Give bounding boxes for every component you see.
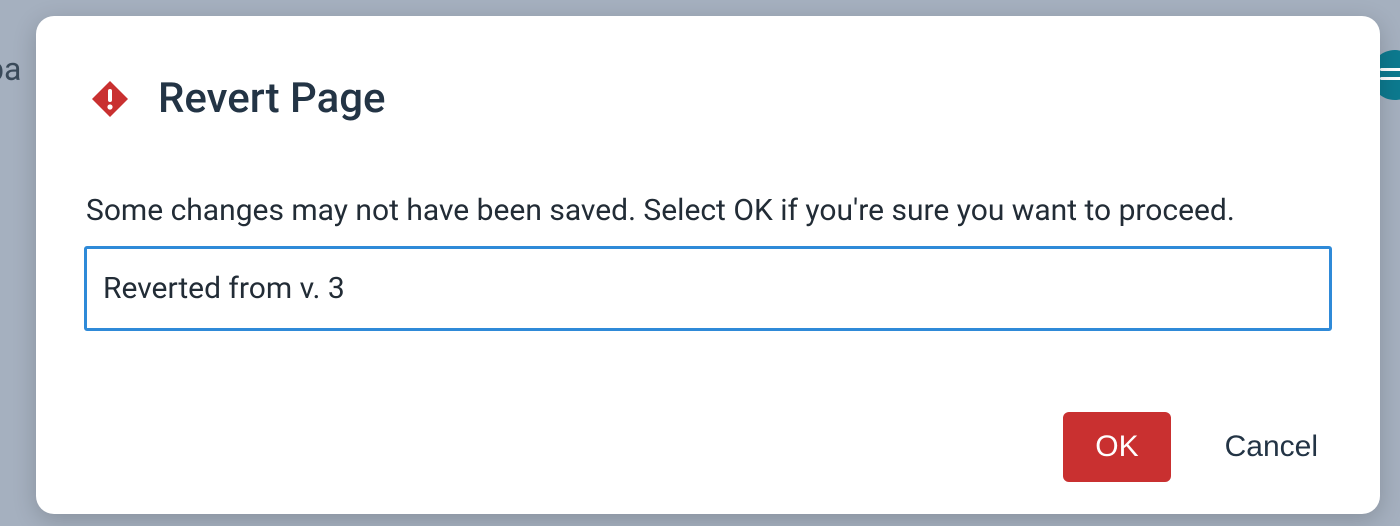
- dialog-actions: OK Cancel: [84, 412, 1332, 482]
- dialog-title: Revert Page: [158, 74, 386, 123]
- dialog-header: Revert Page: [90, 74, 1332, 123]
- backdrop-partial-text: ba: [0, 50, 21, 88]
- warning-icon: [90, 79, 130, 119]
- ok-button[interactable]: OK: [1063, 412, 1170, 482]
- revert-page-dialog: Revert Page Some changes may not have be…: [36, 16, 1380, 514]
- revert-message-input[interactable]: [84, 246, 1332, 331]
- dialog-message: Some changes may not have been saved. Se…: [86, 193, 1332, 228]
- cancel-button[interactable]: Cancel: [1217, 412, 1326, 482]
